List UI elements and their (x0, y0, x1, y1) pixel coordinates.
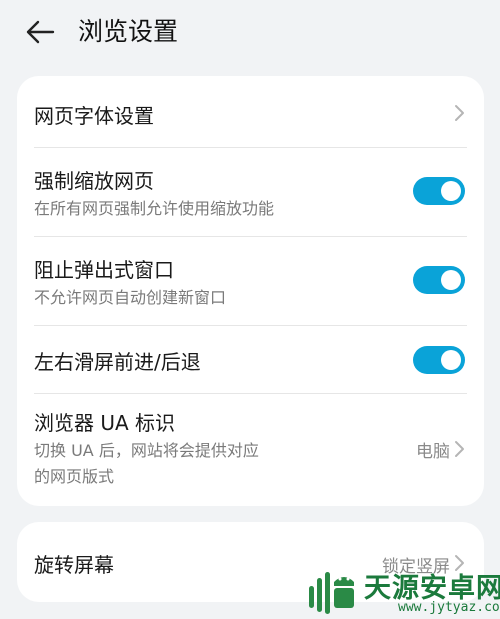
block-popups-row: 阻止弹出式窗口 不允许网页自动创建新窗口 (17, 237, 484, 325)
user-agent-description-line2: 的网页版式 (34, 467, 115, 486)
chevron-right-icon (455, 105, 464, 121)
block-popups-label: 阻止弹出式窗口 (34, 258, 174, 282)
watermark-url: www.jytyaz.com (398, 600, 500, 615)
user-agent-value: 电脑 (416, 442, 450, 462)
toggle-knob (441, 270, 461, 290)
arrow-left-icon (26, 20, 55, 44)
force-zoom-toggle[interactable] (413, 177, 465, 205)
user-agent-label: 浏览器 UA 标识 (34, 411, 176, 435)
block-popups-toggle[interactable] (413, 266, 465, 294)
watermark: 天源安卓网 www.jytyaz.com (306, 566, 500, 619)
font-settings-row[interactable]: 网页字体设置 (17, 76, 484, 148)
title-bar: 浏览设置 (0, 0, 500, 64)
force-zoom-label: 强制缩放网页 (34, 169, 154, 193)
font-settings-label: 网页字体设置 (34, 104, 154, 128)
swipe-nav-label: 左右滑屏前进/后退 (34, 350, 201, 374)
force-zoom-description: 在所有网页强制允许使用缩放功能 (34, 199, 275, 218)
chevron-right-icon (455, 441, 464, 457)
rotation-label: 旋转屏幕 (34, 553, 114, 577)
back-button[interactable] (20, 14, 60, 50)
force-zoom-row: 强制缩放网页 在所有网页强制允许使用缩放功能 (17, 148, 484, 236)
block-popups-description: 不允许网页自动创建新窗口 (34, 288, 227, 307)
user-agent-row[interactable]: 浏览器 UA 标识 切换 UA 后，网站将会提供对应 的网页版式 电脑 (17, 394, 484, 506)
page-title: 浏览设置 (78, 17, 179, 46)
toggle-knob (441, 181, 461, 201)
swipe-nav-row: 左右滑屏前进/后退 (17, 326, 484, 393)
user-agent-description-line1: 切换 UA 后，网站将会提供对应 (34, 441, 259, 460)
settings-card: 网页字体设置 强制缩放网页 在所有网页强制允许使用缩放功能 阻止弹出式窗口 不允… (17, 76, 484, 506)
swipe-nav-toggle[interactable] (413, 346, 465, 374)
toggle-knob (441, 350, 461, 370)
android-logo-icon (309, 572, 354, 614)
